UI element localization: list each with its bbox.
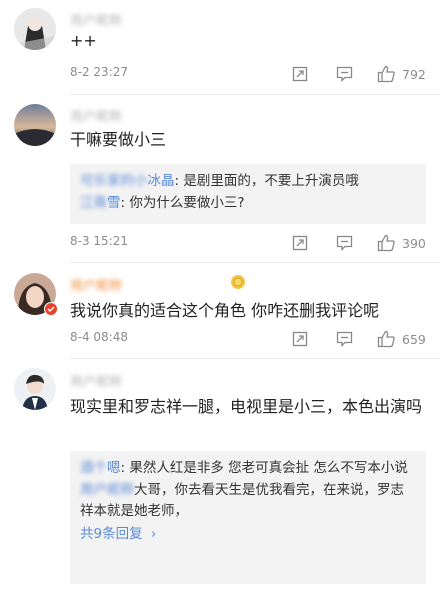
divider <box>70 94 440 95</box>
comment-meta: 8-3 15:21 390 <box>70 232 426 254</box>
verified-badge-icon <box>44 302 58 316</box>
divider <box>70 358 440 359</box>
medal-icon <box>231 275 245 289</box>
chevron-right-icon: › <box>150 526 157 542</box>
comment-text: 干嘛要做小三 <box>70 130 167 149</box>
share-icon <box>292 331 308 347</box>
comment-icon <box>336 66 353 82</box>
reply-text: : 你为什么要做小三? <box>120 195 245 211</box>
comment-text: ++ <box>70 31 97 50</box>
reply-box: 可乐家的小冰晶: 是剧里面的，不要上升演员哦 江南雪: 你为什么要做小三? <box>70 164 426 224</box>
like-count: 390 <box>402 235 426 251</box>
repost-button[interactable] <box>292 63 308 85</box>
reply-username[interactable]: 用户昵称 <box>80 482 134 498</box>
reply-username[interactable]: 冰晶 <box>148 173 175 189</box>
comment-meta: 8-4 08:48 659 <box>70 328 426 350</box>
username[interactable]: 用户昵称 <box>70 106 122 125</box>
username[interactable]: 用户昵称 <box>70 275 122 294</box>
like-count: 659 <box>402 331 426 347</box>
like-button[interactable]: 792 <box>377 63 426 85</box>
comment-icon <box>336 331 353 347</box>
comment-button[interactable] <box>336 232 353 254</box>
divider <box>70 262 440 263</box>
thumb-up-icon <box>377 330 395 348</box>
reply-username[interactable]: 可乐家的小 <box>80 173 148 189</box>
reply-item[interactable]: 用户昵称大哥，你去看天生是优我看完，在来说，罗志祥本就是她老师， <box>80 480 416 522</box>
like-button[interactable]: 659 <box>377 328 426 350</box>
comment-icon <box>336 235 353 251</box>
timestamp: 8-4 08:48 <box>70 330 128 344</box>
reply-username[interactable]: 江南 <box>80 195 107 211</box>
share-icon <box>292 235 308 251</box>
reply-item[interactable]: 酒个嗯: 果然人红是非多 您老可真会扯 怎么不写本小说 <box>80 458 416 479</box>
reply-text: : 果然人红是非多 您老可真会扯 怎么不写本小说 <box>120 460 408 476</box>
timestamp: 8-3 15:21 <box>70 234 128 248</box>
reply-username[interactable]: 嗯 <box>107 460 121 476</box>
comment-meta: 8-2 23:27 792 <box>70 63 426 85</box>
reply-box: 酒个嗯: 果然人红是非多 您老可真会扯 怎么不写本小说 用户昵称大哥，你去看天生… <box>70 451 426 584</box>
repost-button[interactable] <box>292 232 308 254</box>
comment-text: 我说你真的适合这个角色 你咋还删我评论呢 <box>70 301 380 320</box>
thumb-up-icon <box>377 65 395 83</box>
repost-button[interactable] <box>292 328 308 350</box>
comment-text: 现实里和罗志祥一腿，电视里是小三，本色出演吗 <box>70 397 423 416</box>
username[interactable]: 用户昵称 <box>70 10 122 29</box>
avatar[interactable] <box>14 104 56 146</box>
reply-item[interactable]: 江南雪: 你为什么要做小三? <box>80 193 416 214</box>
reply-text: : 是剧里面的，不要上升演员哦 <box>174 173 359 189</box>
reply-username[interactable]: 雪 <box>107 195 121 211</box>
comment-button[interactable] <box>336 63 353 85</box>
more-replies-link[interactable]: 共9条回复 › <box>80 523 416 545</box>
timestamp: 8-2 23:27 <box>70 65 128 79</box>
username[interactable]: 用户昵称 <box>70 371 122 390</box>
reply-username[interactable]: 酒个 <box>80 460 107 476</box>
more-replies-label: 共9条回复 <box>80 526 143 542</box>
like-button[interactable]: 390 <box>377 232 426 254</box>
avatar[interactable] <box>14 368 56 410</box>
like-count: 792 <box>402 66 426 82</box>
thumb-up-icon <box>377 234 395 252</box>
share-icon <box>292 66 308 82</box>
reply-item[interactable]: 可乐家的小冰晶: 是剧里面的，不要上升演员哦 <box>80 171 416 192</box>
comment-button[interactable] <box>336 328 353 350</box>
avatar[interactable] <box>14 8 56 50</box>
